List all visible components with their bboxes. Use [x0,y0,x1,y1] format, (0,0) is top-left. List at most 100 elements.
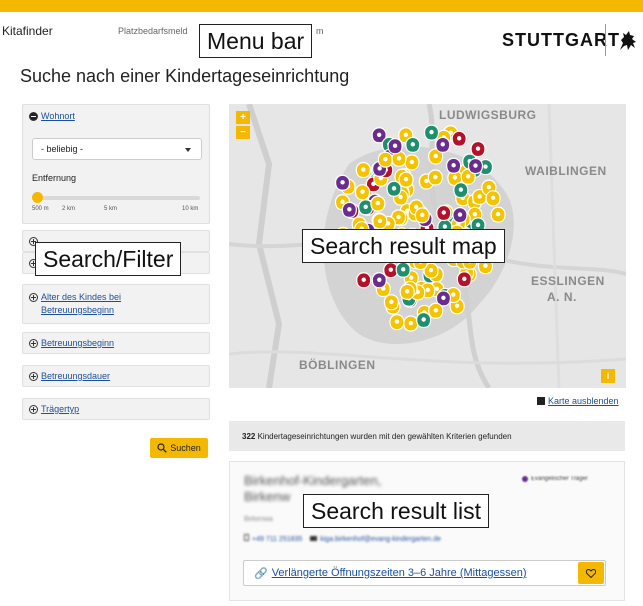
result-card-phone[interactable]: +49 711 251835 [252,536,302,543]
map-marker-dot [428,267,434,273]
map-marker-dot [451,163,456,168]
map-zoom-in-button[interactable]: + [236,111,250,124]
map-marker-dot [340,180,345,185]
map-marker-dot [425,287,430,293]
distance-tick: 2 km [62,206,76,212]
result-count-banner: 322 Kindertageseinrichtungen wurden mit … [229,421,625,451]
map-marker-dot [454,303,460,308]
provider-badge: Evangelischer Träger [522,476,588,482]
map-marker-dot [398,194,403,200]
annotation-search-result-list: Search result list [303,494,490,528]
map-marker-dot [400,267,406,272]
distance-tick: 5 km [104,206,118,212]
map-marker-dot [377,218,383,223]
brand-kitafinder[interactable]: Kitafinder [2,24,53,38]
distance-slider-handle[interactable] [32,192,43,203]
mail-icon [310,536,318,541]
expand-icon [29,404,38,414]
filter-header-child-age[interactable]: Alter des Kindes bei Betreuungsbeginn [23,285,209,323]
map-marker-dot [421,317,426,322]
map-marker-dot [363,204,368,209]
map-marker-dot [452,175,458,180]
map-marker-dot [441,295,446,301]
map-marker-dot [483,263,488,268]
map-label-boeblingen: BÖBLINGEN [299,358,376,372]
heart-icon [586,568,596,578]
map-marker-dot [404,289,410,294]
filter-panel-care-duration: Betreuungsdauer [22,365,210,387]
filter-header-wohnort[interactable]: Wohnort [23,105,209,127]
expand-icon [29,338,38,348]
map-marker-dot [375,200,381,206]
map-marker-dot [433,153,438,159]
search-icon [157,443,167,453]
map-marker-dot [410,142,416,147]
map-marker-dot [389,299,394,305]
expand-icon [29,371,38,381]
stuttgart-horse-icon [620,31,636,50]
map-label-esslingen: ESSLINGEN [531,274,605,288]
map-marker-dot [429,129,434,135]
map-marker-dot [377,166,382,171]
map-marker-dot [477,194,482,199]
menu-item-platzbedarf[interactable]: Platzbedarfsmeld [118,26,188,36]
filter-header-provider-type[interactable]: Trägertyp [23,399,209,419]
annotation-menu-bar: Menu bar [199,24,313,58]
filter-header-care-duration[interactable]: Betreuungsdauer [23,366,209,386]
top-accent-stripe [0,0,643,12]
map-marker-dot [377,277,382,282]
result-card-email[interactable]: kiga.birkenhof@evang-kindergarten.de [320,536,441,543]
map-marker-dot [441,210,446,215]
map-marker-dot [486,184,492,190]
logo-divider [605,24,606,56]
chevron-down-icon [185,148,191,152]
search-button[interactable]: Suchen [150,438,208,458]
distance-slider[interactable] [36,196,200,200]
map-marker-dot [383,156,388,162]
map-marker-dot [458,187,464,192]
filter-panel-provider-type: Trägertyp [22,398,210,420]
map-marker-dot [462,276,467,282]
expand-icon [29,293,38,302]
map-label-waiblingen: WAIBLINGEN [525,164,607,178]
map-marker-dot [403,132,409,138]
distance-label: Entfernung [32,173,77,183]
map-marker-dot [409,159,415,165]
wohnort-select[interactable]: - beliebig - [32,138,202,160]
map-marker-dot [394,319,400,324]
favorite-button[interactable] [578,562,604,584]
map-marker-dot [396,156,402,161]
stuttgart-logo[interactable]: STUTTGART [502,30,620,51]
phone-icon [244,534,249,541]
filter-header-care-start[interactable]: Betreuungsbeginn [23,333,209,353]
opening-hours-link[interactable]: 🔗 Verlängerte Öffnungszeiten 3–6 Jahre (… [243,560,606,586]
map-marker-dot [391,186,397,191]
annotation-search-result-map: Search result map [302,229,505,263]
filter-panel-care-start: Betreuungsbeginn [22,332,210,354]
hide-map-link[interactable]: Karte ausblenden [537,396,619,406]
map-marker-dot [475,222,481,228]
menu-item-partial[interactable]: m [316,26,324,36]
map-marker-dot [340,199,345,204]
map-marker-dot [457,212,463,217]
map-marker-dot [396,214,401,220]
result-card-address: Birkenwa [244,516,273,523]
map-marker-dot [433,308,438,313]
map-marker-dot [420,212,425,218]
map-label-ludwigsburg: LUDWIGSBURG [439,108,537,122]
map-info-button[interactable]: i [601,369,615,383]
map-marker-dot [451,292,456,297]
map-zoom-out-button[interactable]: − [236,126,250,139]
map-marker-dot [361,167,366,172]
map-marker-dot [388,267,393,272]
page-title: Suche nach einer Kindertageseinrichtung [20,66,350,86]
map-marker-dot [403,176,409,182]
map-marker-dot [408,320,413,326]
map-marker-dot [466,174,471,179]
map-marker-dot [347,207,352,212]
map-marker-dot [490,195,496,201]
map-marker-dot [483,164,488,169]
map-marker-dot [475,146,481,151]
map-marker-dot [414,204,419,210]
map-label-esslingen-suffix: A. N. [547,290,577,304]
